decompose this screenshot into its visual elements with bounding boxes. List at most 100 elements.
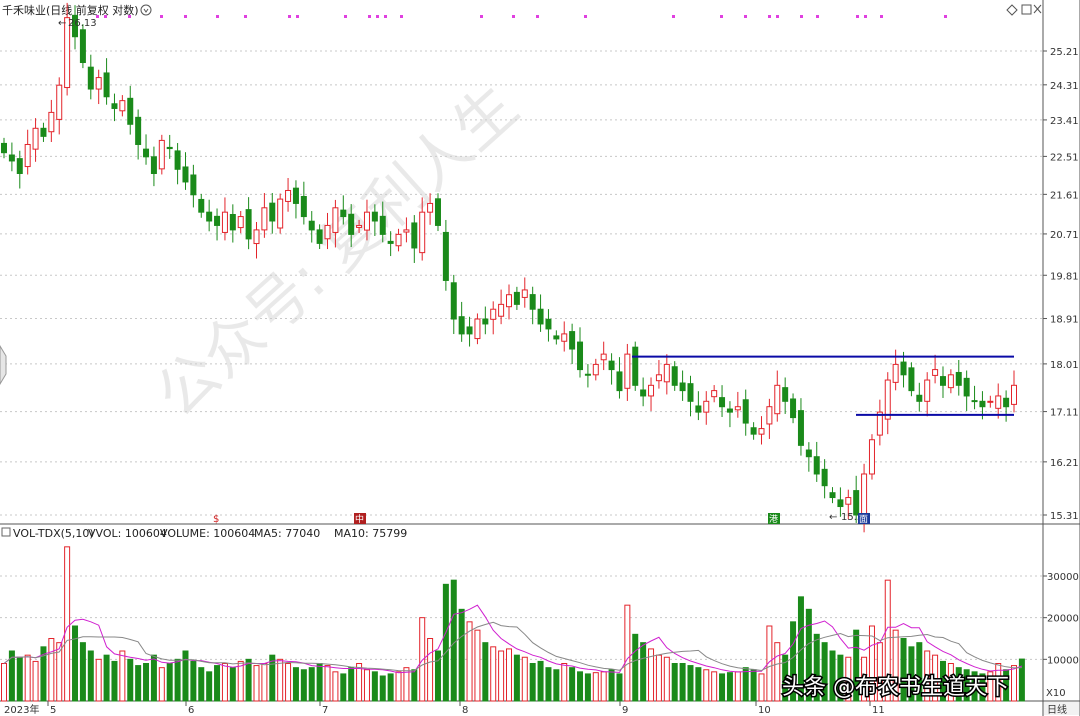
- candle: [640, 389, 647, 397]
- candle: [285, 189, 292, 202]
- candle: [671, 366, 678, 386]
- volume-bar: [206, 671, 213, 702]
- candle: [300, 195, 307, 218]
- candle: [932, 369, 939, 376]
- price-tick-label: 24.31: [1050, 81, 1079, 92]
- candle: [1, 142, 7, 154]
- candle: [648, 384, 655, 397]
- marker-gang[interactable]: 港: [768, 513, 780, 525]
- price-tick-label: 19.81: [1050, 271, 1079, 282]
- volume-bar: [427, 638, 434, 702]
- volume-bar: [703, 669, 710, 702]
- candle: [214, 215, 221, 226]
- volume-bar: [348, 667, 355, 702]
- marker-mian[interactable]: 面: [858, 513, 870, 525]
- svg-text:VOL-TDX(5,10): VOL-TDX(5,10): [13, 527, 94, 540]
- volume-bar: [506, 648, 512, 702]
- svg-text:$: $: [213, 514, 219, 525]
- candle: [127, 97, 134, 125]
- event-dot: [384, 15, 387, 18]
- candle: [56, 84, 63, 120]
- candle: [79, 29, 86, 64]
- volume-bar: [229, 667, 236, 702]
- event-dot: [856, 15, 859, 18]
- candle: [868, 439, 875, 475]
- candle: [892, 363, 899, 383]
- volume-bar: [711, 671, 718, 702]
- volume-bar: [419, 617, 426, 702]
- candle: [600, 353, 607, 361]
- volume-bar: [640, 642, 647, 702]
- candle: [143, 148, 150, 158]
- time-axis-label: 7: [322, 705, 328, 716]
- candle: [245, 209, 252, 240]
- event-dot: [296, 15, 299, 18]
- candle: [277, 198, 284, 229]
- price-tick-label: 17.11: [1050, 408, 1079, 419]
- event-dot: [944, 15, 947, 18]
- volume-bar: [48, 638, 55, 702]
- candle: [837, 499, 844, 508]
- candle: [679, 382, 686, 392]
- volume-bar: [87, 650, 94, 702]
- volume-bar: [411, 669, 418, 702]
- candle: [119, 100, 126, 112]
- volume-bar: [774, 642, 781, 702]
- volume-bar: [734, 671, 741, 702]
- volume-bar: [174, 658, 181, 702]
- volume-bar: [371, 671, 378, 702]
- candle: [513, 291, 520, 305]
- volume-bar: [742, 667, 749, 702]
- volume-bar: [577, 671, 584, 702]
- candle: [221, 211, 228, 233]
- volume-bar: [616, 673, 623, 702]
- volume-bar: [655, 654, 662, 702]
- candle: [340, 209, 347, 218]
- marker-zhong[interactable]: 中: [354, 513, 366, 525]
- svg-text:MA10: 75799: MA10: 75799: [334, 527, 407, 540]
- price-tick-label: 18.01: [1050, 360, 1079, 371]
- candle: [734, 406, 741, 411]
- candle: [766, 406, 773, 425]
- candle: [719, 397, 726, 408]
- volume-unit-label: X10: [1046, 688, 1066, 699]
- candle: [411, 222, 418, 249]
- candle: [95, 77, 102, 90]
- candle: [206, 211, 213, 222]
- volume-bar: [600, 671, 607, 702]
- chart-title: 千禾味业(日线 前复权 对数): [2, 3, 139, 17]
- volume-bar: [64, 546, 71, 702]
- period-button[interactable]: 日线: [1044, 702, 1079, 716]
- candle: [963, 377, 970, 397]
- event-dot: [744, 15, 747, 18]
- volume-bar: [726, 672, 733, 702]
- price-tick-label: 18.91: [1050, 315, 1079, 326]
- price-tick-label: 20.71: [1050, 230, 1079, 241]
- volume-bar: [79, 642, 86, 702]
- volume-bar: [679, 663, 686, 702]
- candle: [813, 456, 820, 475]
- candle: [427, 202, 434, 213]
- event-dot: [400, 15, 403, 18]
- candle: [797, 410, 804, 446]
- svg-text:←: ←: [58, 18, 66, 29]
- candle: [8, 154, 15, 162]
- svg-text:VOLUME: 100604: VOLUME: 100604: [160, 527, 255, 540]
- volume-bar: [1, 663, 7, 702]
- volume-bar: [332, 671, 339, 702]
- volume-bar: [308, 667, 315, 702]
- candle: [987, 400, 994, 403]
- time-axis-label: 9: [622, 705, 628, 716]
- candle: [939, 376, 946, 386]
- candle: [490, 308, 497, 320]
- candle: [482, 318, 489, 325]
- volume-tick-label: 10000: [1047, 655, 1079, 666]
- volume-bar: [158, 667, 165, 702]
- price-tick-label: 16.21: [1050, 458, 1079, 469]
- event-dot: [368, 15, 371, 18]
- stock-chart: 千禾味业(日线 前复权 对数) 25.21 24.31 23.41 22.51 21.6…: [0, 0, 1080, 716]
- marker-dollar[interactable]: $: [213, 514, 219, 525]
- volume-bar: [553, 669, 560, 702]
- candle: [379, 215, 386, 235]
- volume-bar: [363, 669, 370, 702]
